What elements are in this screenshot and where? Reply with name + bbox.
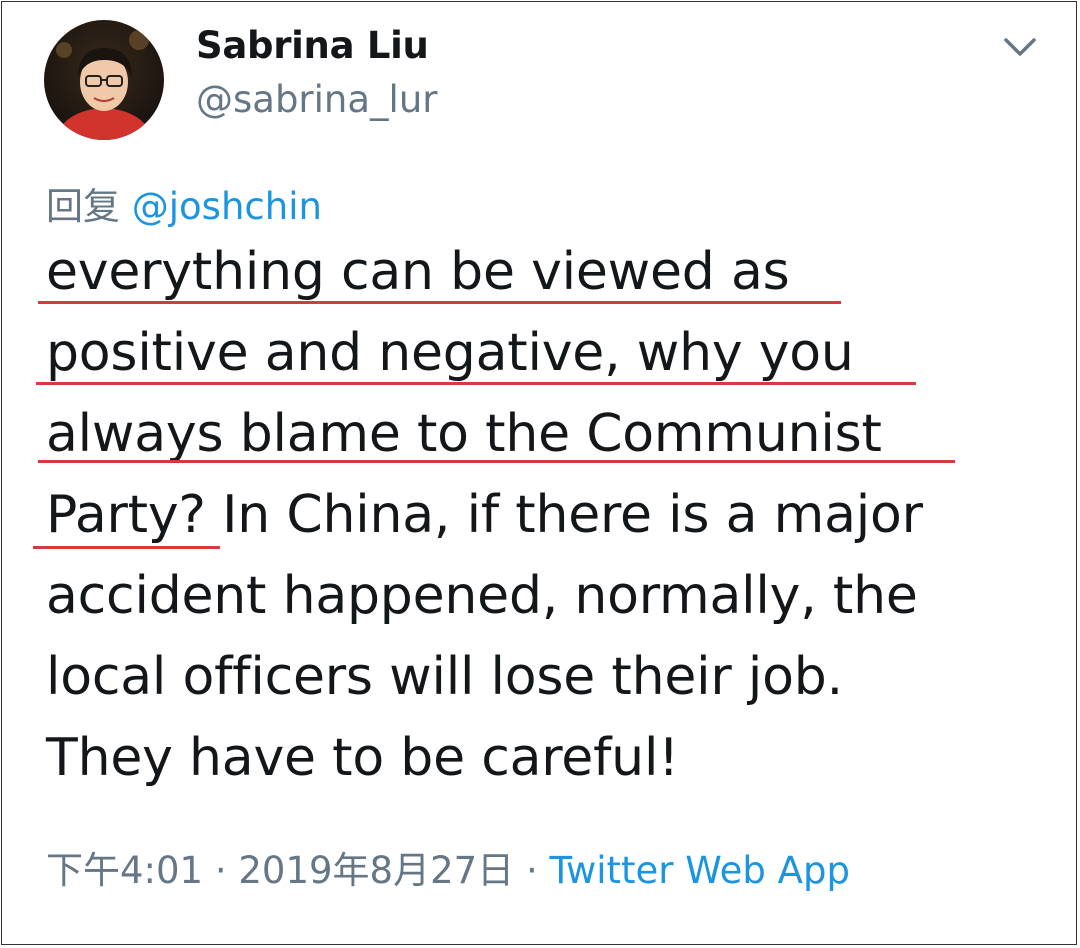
annotation-underline	[36, 382, 916, 385]
tweet-text: everything can be viewed as positive and…	[46, 232, 1056, 799]
profile-photo-icon	[54, 30, 154, 140]
annotation-underline	[33, 546, 220, 549]
tweet-line: accident happened, normally, the	[46, 566, 918, 626]
tweet-source-link[interactable]: Twitter Web App	[549, 849, 849, 892]
avatar[interactable]	[44, 20, 164, 140]
tweet-date[interactable]: 2019年8月27日	[238, 849, 514, 892]
tweet-line: local officers will lose their job.	[46, 647, 843, 707]
tweet-line: Party? In China, if there is a major	[46, 485, 923, 545]
reply-context: 回复 @joshchin	[46, 176, 322, 230]
meta-separator: ·	[214, 849, 227, 892]
reply-prefix: 回复	[46, 185, 120, 228]
chevron-down-icon[interactable]	[1000, 30, 1040, 62]
annotation-underline	[38, 301, 841, 304]
tweet-meta: 下午4:01 · 2019年8月27日 · Twitter Web App	[46, 840, 850, 894]
display-name[interactable]: Sabrina Liu	[196, 24, 429, 67]
user-handle[interactable]: @sabrina_lur	[196, 78, 438, 121]
tweet-line: They have to be careful!	[46, 728, 679, 788]
reply-mention-link[interactable]: @joshchin	[132, 185, 322, 228]
tweet-time[interactable]: 下午4:01	[46, 849, 203, 892]
meta-separator: ·	[525, 849, 538, 892]
annotation-underline	[38, 460, 955, 463]
tweet-card: Sabrina Liu @sabrina_lur 回复 @joshchin ev…	[1, 1, 1077, 945]
